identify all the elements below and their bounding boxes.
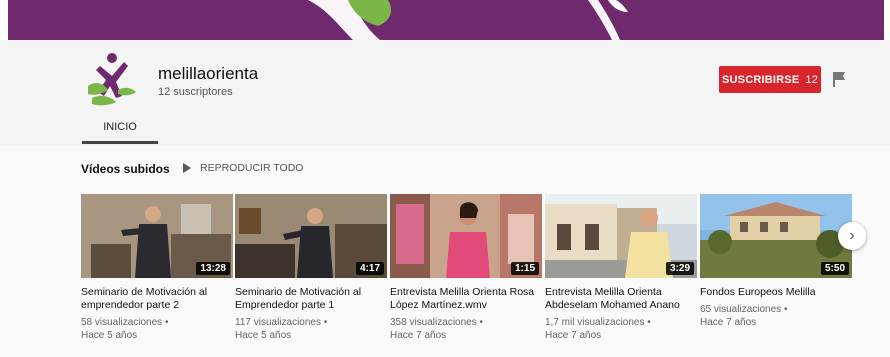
video-thumbnail[interactable]: 3:29 — [545, 194, 697, 278]
video-card[interactable]: 3:29 Entrevista Melilla Orienta Abdesela… — [545, 194, 697, 342]
video-title[interactable]: Seminario de Motivación al Emprendedor p… — [235, 286, 387, 312]
play-all-label: REPRODUCIR TODO — [200, 162, 304, 174]
video-views: 117 visualizaciones — [235, 317, 321, 328]
video-title[interactable]: Entrevista Melilla Orienta Rosa López Ma… — [390, 286, 542, 312]
video-thumbnail[interactable]: 1:15 — [390, 194, 542, 278]
video-views: 65 visualizaciones — [700, 304, 782, 315]
melillaorienta-logo-icon — [88, 53, 136, 106]
meta-separator: • — [647, 317, 651, 328]
banner-art — [308, 0, 628, 40]
subscribe-button[interactable]: SUSCRIBIRSE 12 — [719, 66, 821, 93]
channel-avatar[interactable] — [82, 50, 140, 108]
video-card[interactable]: 5:50 Fondos Europeos Melilla 65 visualiz… — [700, 194, 852, 329]
tab-inicio[interactable]: INICIO — [82, 112, 158, 144]
section-title-uploads[interactable]: Vídeos subidos — [81, 162, 170, 176]
meta-separator: • — [479, 317, 484, 328]
play-all-button[interactable]: REPRODUCIR TODO — [183, 162, 303, 174]
meta-separator: • — [783, 304, 788, 315]
video-age: Hace 7 años — [545, 330, 602, 341]
video-views: 358 visualizaciones — [390, 317, 477, 328]
video-duration: 3:29 — [665, 262, 694, 275]
channel-banner — [8, 0, 884, 40]
play-icon — [183, 163, 191, 173]
video-duration: 4:17 — [355, 262, 384, 275]
video-meta: 65 visualizaciones • Hace 7 años — [700, 303, 852, 329]
flag-icon[interactable] — [832, 71, 846, 87]
video-age: Hace 7 años — [700, 317, 757, 328]
subscribe-label: SUSCRIBIRSE — [721, 73, 800, 86]
video-thumbnail[interactable]: 13:28 — [81, 194, 233, 278]
video-views: 1,7 mil visualizaciones — [545, 317, 645, 328]
video-age: Hace 5 años — [235, 330, 292, 341]
video-title[interactable]: Seminario de Motivación al emprendedor p… — [81, 286, 233, 312]
carousel-next-button[interactable]: › — [838, 222, 866, 250]
subscribe-count: 12 — [805, 73, 819, 86]
video-thumbnail[interactable]: 5:50 — [700, 194, 852, 278]
video-duration: 1:15 — [510, 262, 539, 275]
video-title[interactable]: Entrevista Melilla Orienta Abdeselam Moh… — [545, 286, 697, 312]
video-meta: 117 visualizaciones • Hace 5 años — [235, 316, 387, 342]
meta-separator: • — [323, 317, 328, 328]
video-card[interactable]: 13:28 Seminario de Motivación al emprend… — [81, 194, 233, 342]
video-meta: 358 visualizaciones • Hace 7 años — [390, 316, 542, 342]
subscriber-count: 12 suscriptores — [158, 86, 233, 98]
chevron-right-icon: › — [849, 227, 855, 244]
video-views: 58 visualizaciones — [81, 317, 163, 328]
video-card[interactable]: 1:15 Entrevista Melilla Orienta Rosa Lóp… — [390, 194, 542, 342]
video-duration: 13:28 — [196, 262, 230, 275]
video-title[interactable]: Fondos Europeos Melilla — [700, 286, 852, 299]
video-age: Hace 5 años — [81, 330, 138, 341]
video-meta: 58 visualizaciones • Hace 5 años — [81, 316, 233, 342]
video-thumbnail[interactable]: 4:17 — [235, 194, 387, 278]
video-meta: 1,7 mil visualizaciones • Hace 7 años — [545, 316, 697, 342]
video-card[interactable]: 4:17 Seminario de Motivación al Emprende… — [235, 194, 387, 342]
video-duration: 5:50 — [820, 262, 849, 275]
channel-name[interactable]: melillaorienta — [158, 64, 258, 84]
meta-separator: • — [164, 317, 169, 328]
video-age: Hace 7 años — [390, 330, 447, 341]
